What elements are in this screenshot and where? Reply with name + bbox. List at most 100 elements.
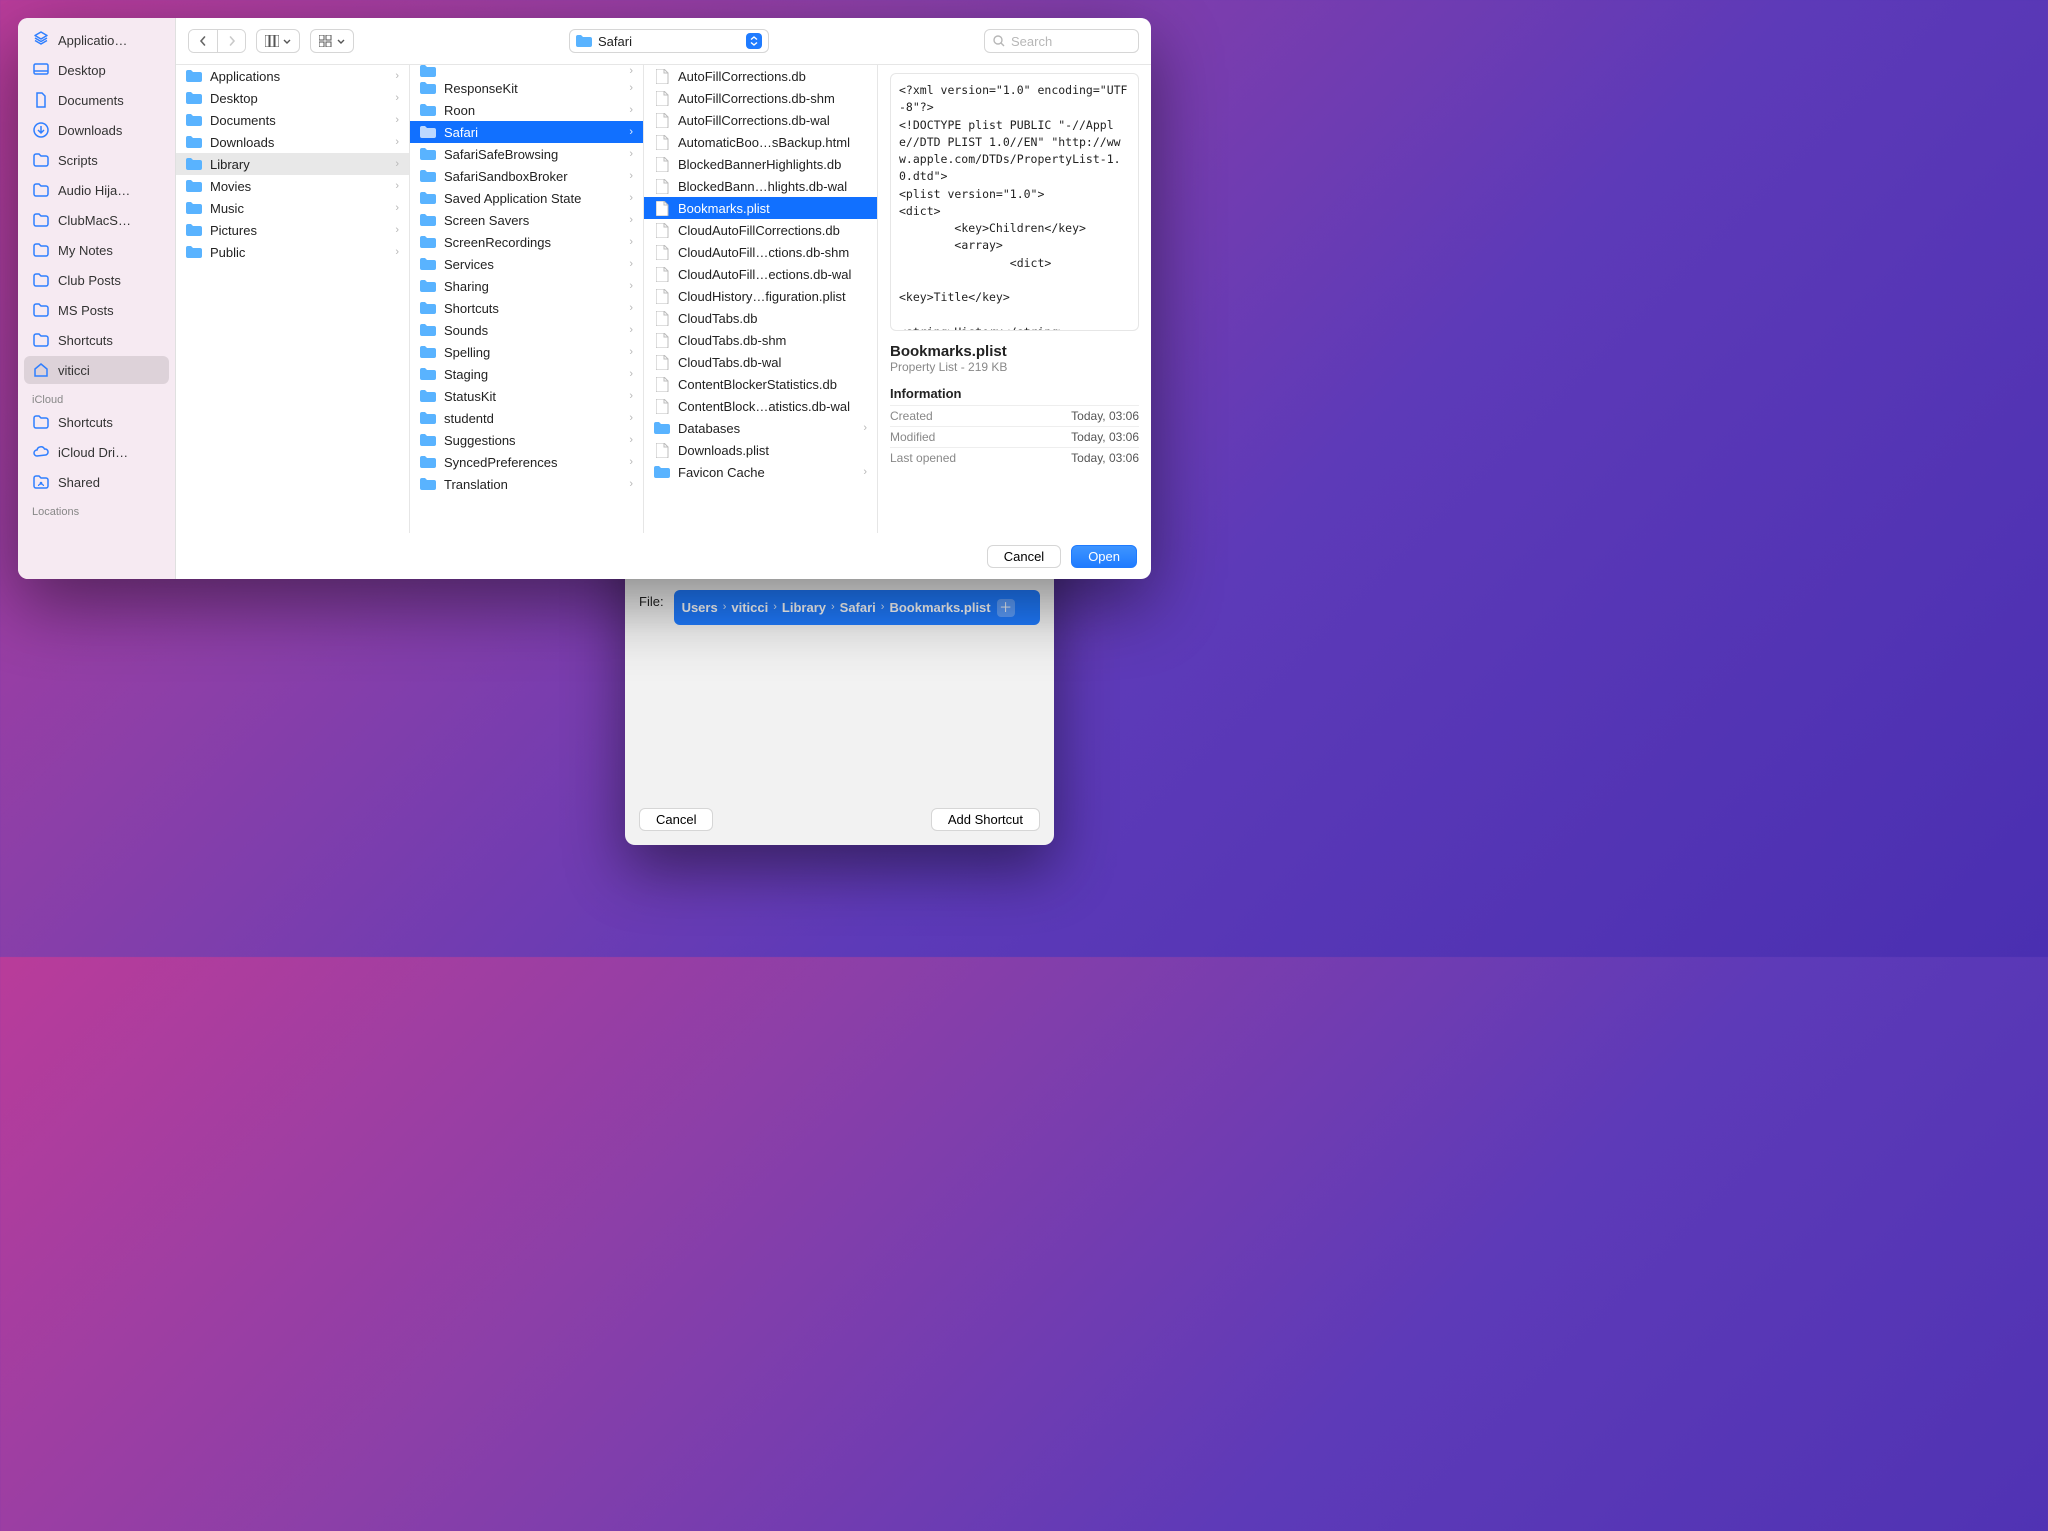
file-path-editor[interactable]: Users› viticci› Library› Safari› Bookmar… bbox=[674, 590, 1040, 625]
path-seg[interactable]: Users bbox=[682, 596, 718, 619]
group-button[interactable] bbox=[310, 29, 354, 53]
folder-row[interactable]: Screen Savers› bbox=[410, 209, 643, 231]
folder-row[interactable]: Safari› bbox=[410, 121, 643, 143]
file-row[interactable]: AutoFillCorrections.db-shm bbox=[644, 87, 877, 109]
folder-icon bbox=[420, 65, 436, 77]
folder-row[interactable]: Pictures› bbox=[176, 219, 409, 241]
column-3[interactable]: AutoFillCorrections.dbAutoFillCorrection… bbox=[644, 65, 878, 533]
back-button[interactable] bbox=[189, 30, 217, 52]
file-row[interactable]: AutomaticBoo…sBackup.html bbox=[644, 131, 877, 153]
path-seg[interactable]: Bookmarks.plist bbox=[889, 596, 990, 619]
folder-icon bbox=[420, 477, 436, 491]
path-seg[interactable]: viticci bbox=[731, 596, 768, 619]
row-label: Services bbox=[444, 257, 621, 272]
folder-row[interactable]: Desktop› bbox=[176, 87, 409, 109]
file-row[interactable]: AutoFillCorrections.db bbox=[644, 65, 877, 87]
folder-row[interactable]: Sharing› bbox=[410, 275, 643, 297]
sidebar-item[interactable]: Scripts bbox=[24, 146, 169, 174]
folder-row[interactable]: ResponseKit› bbox=[410, 77, 643, 99]
folder-row[interactable]: studentd› bbox=[410, 407, 643, 429]
open-button[interactable]: Open bbox=[1071, 545, 1137, 568]
file-row[interactable]: CloudTabs.db bbox=[644, 307, 877, 329]
folder-row[interactable]: Spelling› bbox=[410, 341, 643, 363]
folder-row[interactable]: Suggestions› bbox=[410, 429, 643, 451]
column-1[interactable]: Applications›Desktop›Documents›Downloads… bbox=[176, 65, 410, 533]
folder-row[interactable]: Documents› bbox=[176, 109, 409, 131]
sidebar-item[interactable]: MS Posts bbox=[24, 296, 169, 324]
file-row[interactable]: Downloads.plist bbox=[644, 439, 877, 461]
sidebar-item[interactable]: viticci bbox=[24, 356, 169, 384]
folder-row[interactable]: StatusKit› bbox=[410, 385, 643, 407]
folder-row[interactable]: Shortcuts› bbox=[410, 297, 643, 319]
cancel-button[interactable]: Cancel bbox=[639, 808, 713, 831]
file-row[interactable]: ContentBlock…atistics.db-wal bbox=[644, 395, 877, 417]
folder-row[interactable]: Reminders› bbox=[410, 65, 643, 77]
path-seg[interactable]: Safari bbox=[840, 596, 876, 619]
path-seg[interactable]: Library bbox=[782, 596, 826, 619]
folder-row[interactable]: Movies› bbox=[176, 175, 409, 197]
folder-row[interactable]: SafariSandboxBroker› bbox=[410, 165, 643, 187]
file-row[interactable]: CloudAutoFill…ections.db-wal bbox=[644, 263, 877, 285]
forward-button[interactable] bbox=[217, 30, 245, 52]
file-row[interactable]: CloudTabs.db-wal bbox=[644, 351, 877, 373]
desktop-icon bbox=[32, 61, 50, 79]
sidebar-item[interactable]: ClubMacS… bbox=[24, 206, 169, 234]
folder-row[interactable]: Favicon Cache› bbox=[644, 461, 877, 483]
chevron-right-icon: › bbox=[395, 246, 399, 258]
chevron-right-icon: › bbox=[629, 456, 633, 468]
sidebar-item[interactable]: Club Posts bbox=[24, 266, 169, 294]
folder-icon bbox=[420, 345, 436, 359]
folder-row[interactable]: Databases› bbox=[644, 417, 877, 439]
folder-row[interactable]: ScreenRecordings› bbox=[410, 231, 643, 253]
folder-row[interactable]: Sounds› bbox=[410, 319, 643, 341]
sidebar-item[interactable]: Applicatio… bbox=[24, 26, 169, 54]
sidebar-item[interactable]: Audio Hija… bbox=[24, 176, 169, 204]
sidebar-item[interactable]: Downloads bbox=[24, 116, 169, 144]
folder-row[interactable]: SafariSafeBrowsing› bbox=[410, 143, 643, 165]
sidebar-item[interactable]: Shortcuts bbox=[24, 326, 169, 354]
file-row[interactable]: CloudTabs.db-shm bbox=[644, 329, 877, 351]
row-label: Safari bbox=[444, 125, 621, 140]
sidebar-item-label: Shortcuts bbox=[58, 415, 113, 430]
file-row[interactable]: ContentBlockerStatistics.db bbox=[644, 373, 877, 395]
file-row[interactable]: AutoFillCorrections.db-wal bbox=[644, 109, 877, 131]
sidebar-item[interactable]: Shortcuts bbox=[24, 408, 169, 436]
folder-row[interactable]: Translation› bbox=[410, 473, 643, 495]
file-row[interactable]: CloudAutoFill…ctions.db-shm bbox=[644, 241, 877, 263]
path-popup[interactable]: Safari bbox=[569, 29, 769, 53]
sidebar-item[interactable]: Desktop bbox=[24, 56, 169, 84]
folder-row[interactable]: Roon› bbox=[410, 99, 643, 121]
down-icon bbox=[32, 121, 50, 139]
folder-row[interactable]: Public› bbox=[176, 241, 409, 263]
cancel-button[interactable]: Cancel bbox=[987, 545, 1061, 568]
sidebar-item[interactable]: Shared bbox=[24, 468, 169, 496]
add-path-icon[interactable]: ＋ bbox=[997, 599, 1015, 617]
row-label: Bookmarks.plist bbox=[678, 201, 867, 216]
file-row[interactable]: CloudAutoFillCorrections.db bbox=[644, 219, 877, 241]
sidebar-item[interactable]: My Notes bbox=[24, 236, 169, 264]
folder-row[interactable]: Staging› bbox=[410, 363, 643, 385]
sidebar-item-label: Desktop bbox=[58, 63, 106, 78]
row-label: CloudAutoFill…ections.db-wal bbox=[678, 267, 867, 282]
folder-icon bbox=[420, 147, 436, 161]
folder-row[interactable]: Saved Application State› bbox=[410, 187, 643, 209]
file-row[interactable]: BlockedBannerHighlights.db bbox=[644, 153, 877, 175]
column-2[interactable]: Reminders›ResponseKit›Roon›Safari›Safari… bbox=[410, 65, 644, 533]
folder-row[interactable]: SyncedPreferences› bbox=[410, 451, 643, 473]
view-mode-button[interactable] bbox=[256, 29, 300, 53]
file-row[interactable]: Bookmarks.plist bbox=[644, 197, 877, 219]
folder-row[interactable]: Library› bbox=[176, 153, 409, 175]
file-row[interactable]: BlockedBann…hlights.db-wal bbox=[644, 175, 877, 197]
file-row[interactable]: CloudHistory…figuration.plist bbox=[644, 285, 877, 307]
folder-row[interactable]: Downloads› bbox=[176, 131, 409, 153]
folder-row[interactable]: Music› bbox=[176, 197, 409, 219]
search-field[interactable]: Search bbox=[984, 29, 1139, 53]
folder-row[interactable]: Applications› bbox=[176, 65, 409, 87]
sidebar-item[interactable]: iCloud Dri… bbox=[24, 438, 169, 466]
info-key: Last opened bbox=[890, 451, 956, 465]
sidebar-item[interactable]: Documents bbox=[24, 86, 169, 114]
chevron-right-icon: › bbox=[863, 466, 867, 478]
add-shortcut-button[interactable]: Add Shortcut bbox=[931, 808, 1040, 831]
folder-icon bbox=[186, 223, 202, 237]
folder-row[interactable]: Services› bbox=[410, 253, 643, 275]
